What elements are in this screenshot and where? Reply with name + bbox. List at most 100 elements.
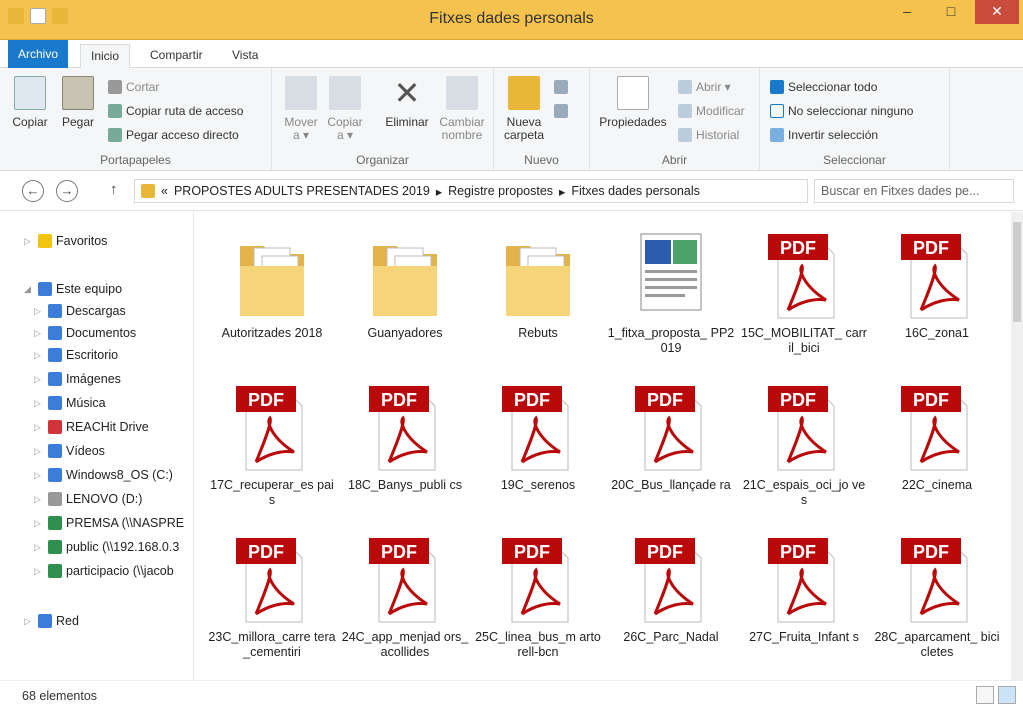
forward-button[interactable]: → [56,180,78,202]
nav-item[interactable]: ▷ Descargas [34,300,126,322]
file-item[interactable]: PDF 26C_Parc_Nadal [607,522,735,672]
file-item[interactable]: PDF 17C_recuperar_es pais [208,370,336,520]
scrollbar-thumb[interactable] [1013,222,1021,322]
properties-button[interactable]: Propiedades [596,76,670,129]
nav-item[interactable]: ▷ Vídeos [34,440,105,462]
nav-item[interactable]: ▷ Documentos [34,322,136,344]
file-item[interactable]: PDF 18C_Banys_publi cs [341,370,469,520]
expand-arrow-icon[interactable]: ▷ [34,398,44,409]
file-item[interactable]: PDF 23C_millora_carre tera_cementiri [208,522,336,672]
history-button[interactable]: Historial [678,126,739,144]
search-input[interactable]: Buscar en Fitxes dades pe... [814,179,1014,203]
tab-vista[interactable]: Vista [222,44,268,68]
nav-item[interactable]: ▷ REACHit Drive [34,416,149,438]
expand-arrow-icon[interactable]: ▷ [34,494,44,505]
nav-item[interactable]: ▷ participacio (\\jacob [34,560,174,582]
up-button[interactable]: ↑ [110,181,118,198]
cut-button[interactable]: Cortar [108,78,159,96]
expand-arrow-icon[interactable]: ◢ [24,284,34,295]
open-button[interactable]: Abrir ▾ [678,78,731,96]
select-none-button[interactable]: No seleccionar ninguno [770,102,913,120]
expand-arrow-icon[interactable]: ▷ [34,374,44,385]
file-item[interactable]: PDF 22C_cinema [873,370,1001,520]
nav-item[interactable]: ▷ Favoritos [24,230,107,252]
expand-arrow-icon[interactable]: ▷ [34,422,44,433]
file-item[interactable]: PDF 25C_linea_bus_m artorell-bcn [474,522,602,672]
new-folder-button[interactable]: Nueva carpeta [502,76,546,142]
copy-to-button[interactable]: Copiar a ▾ [326,76,364,142]
expand-arrow-icon[interactable]: ▷ [34,518,44,529]
group-label: Nuevo [524,153,559,167]
scrollbar[interactable] [1011,212,1023,680]
delete-button[interactable]: ✕ Eliminar [382,76,432,129]
breadcrumb-2[interactable]: Fitxes dades personals [571,184,700,198]
expand-arrow-icon[interactable]: ▷ [34,350,44,361]
details-view-button[interactable] [976,686,994,704]
tab-inicio[interactable]: Inicio [80,44,131,68]
expand-arrow-icon[interactable]: ▷ [34,566,44,577]
copy-button[interactable]: Copiar [10,76,50,129]
rename-button[interactable]: Cambiar nombre [438,76,486,142]
copy-icon [14,76,46,110]
file-item[interactable]: 1_fitxa_proposta_ PP2019 [607,218,735,368]
invert-selection-button[interactable]: Invertir selección [770,126,878,144]
nav-item[interactable]: ▷ Imágenes [34,368,121,390]
nav-icon [48,348,62,362]
edit-button[interactable]: Modificar [678,102,745,120]
expand-arrow-icon[interactable]: ▷ [24,236,34,247]
file-item[interactable]: PDF 24C_app_menjad ors_acollides [341,522,469,672]
copy-path-label: Copiar ruta de acceso [126,104,244,118]
file-item[interactable]: Autoritzades 2018 [208,218,336,368]
delete-label: Eliminar [385,115,429,129]
file-item[interactable]: PDF 21C_espais_oci_jo ves [740,370,868,520]
file-name: 20C_Bus_llançade ra [611,478,731,492]
status-bar: 68 elementos [0,680,1023,708]
select-all-button[interactable]: Seleccionar todo [770,78,877,96]
file-item[interactable]: PDF 28C_aparcament_ bicicletes [873,522,1001,672]
expand-arrow-icon[interactable]: ▷ [34,446,44,457]
file-item[interactable]: PDF 19C_serenos [474,370,602,520]
nav-item[interactable]: ▷ public (\\192.168.0.3 [34,536,179,558]
large-icons-view-button[interactable] [998,686,1016,704]
nav-item[interactable]: ▷ Windows8_OS (C:) [34,464,173,486]
file-item[interactable]: PDF 27C_Fruita_Infant s [740,522,868,672]
move-label-1: Mover [284,115,318,129]
tab-archivo[interactable]: Archivo [8,40,69,68]
tab-compartir[interactable]: Compartir [140,44,213,68]
nav-item[interactable]: ▷ Escritorio [34,344,118,366]
address-bar[interactable]: « PROPOSTES ADULTS PRESENTADES 2019 ▸ Reg… [134,179,808,203]
paste-button[interactable]: Pegar [58,76,98,129]
breadcrumb-1[interactable]: Registre propostes [448,184,553,198]
close-button[interactable]: ✕ [975,0,1019,24]
expand-arrow-icon[interactable]: ▷ [34,306,44,317]
pdf-icon: PDF [365,378,445,474]
paste-shortcut-button[interactable]: Pegar acceso directo [108,126,239,144]
file-item[interactable]: PDF 16C_zona1 [873,218,1001,368]
maximize-button[interactable]: □ [931,0,971,24]
nav-item[interactable]: ▷ PREMSA (\\NASPRE [34,512,184,534]
expand-arrow-icon[interactable]: ▷ [24,616,34,627]
back-button[interactable]: ← [22,180,44,202]
expand-arrow-icon[interactable]: ▷ [34,470,44,481]
nav-item[interactable]: ▷ LENOVO (D:) [34,488,142,510]
nav-item[interactable]: ▷ Red [24,610,79,632]
move-to-button[interactable]: Mover a ▾ [282,76,320,142]
nav-icon [48,540,62,554]
file-item[interactable]: PDF 15C_MOBILITAT_ carril_bici [740,218,868,368]
file-name: 18C_Banys_publi cs [348,478,462,492]
new-item-button[interactable] [554,78,568,96]
expand-arrow-icon[interactable]: ▷ [34,328,44,339]
rename-label-2: nombre [441,128,483,142]
delete-icon: ✕ [393,75,421,111]
svg-text:PDF: PDF [514,542,550,562]
minimize-button[interactable]: – [887,0,927,24]
file-item[interactable]: Guanyadores [341,218,469,368]
nav-item[interactable]: ▷ Música [34,392,106,414]
file-item[interactable]: Rebuts [474,218,602,368]
nav-item[interactable]: ◢ Este equipo [24,278,122,300]
easy-access-button[interactable] [554,102,568,120]
file-item[interactable]: PDF 20C_Bus_llançade ra [607,370,735,520]
breadcrumb-0[interactable]: PROPOSTES ADULTS PRESENTADES 2019 [174,184,430,198]
copy-path-button[interactable]: Copiar ruta de acceso [108,102,243,120]
expand-arrow-icon[interactable]: ▷ [34,542,44,553]
